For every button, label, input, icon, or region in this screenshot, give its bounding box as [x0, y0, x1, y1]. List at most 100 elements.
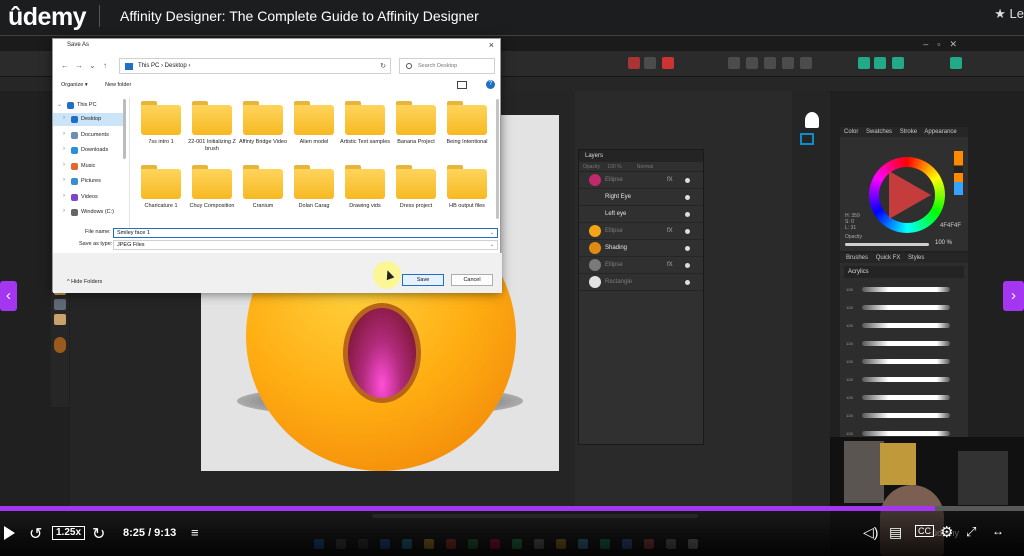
forward-icon[interactable]: ↻: [92, 524, 105, 544]
transcript-icon[interactable]: ▤: [889, 524, 902, 541]
brush-item[interactable]: 128: [840, 371, 968, 389]
udemy-logo[interactable]: ûdemy: [8, 3, 87, 32]
visibility-icon[interactable]: [685, 280, 690, 285]
tab-quick-fx[interactable]: Quick FX: [876, 255, 901, 261]
recent-swatches[interactable]: [954, 151, 963, 195]
layer-row[interactable]: Right Eye: [579, 189, 703, 206]
layer-row[interactable]: Ellipse fX: [579, 223, 703, 240]
folder-item[interactable]: 7ss intro 1: [133, 97, 183, 159]
up-icon[interactable]: ↑: [103, 61, 107, 70]
play-icon[interactable]: [4, 526, 15, 540]
address-bar[interactable]: This PC › Desktop › ↻: [119, 58, 391, 74]
brush-item[interactable]: 128: [840, 353, 968, 371]
folder-item[interactable]: Banana Project: [388, 97, 438, 159]
nav-item-downloads[interactable]: › Downloads: [53, 144, 125, 157]
opacity-value[interactable]: 100 %: [607, 164, 621, 170]
chevron-down-icon[interactable]: ⌄: [89, 61, 96, 70]
view-icon[interactable]: [457, 81, 467, 89]
rewind-icon[interactable]: ↺: [29, 524, 42, 544]
folder-item[interactable]: Charicature 1: [133, 161, 183, 223]
layer-row[interactable]: Ellipse fX: [579, 172, 703, 189]
close-icon[interactable]: ×: [489, 40, 494, 50]
tab-color[interactable]: Color: [844, 129, 858, 135]
tab-stroke[interactable]: Stroke: [900, 129, 917, 135]
volume-icon[interactable]: ◁): [863, 524, 878, 541]
layer-row[interactable]: Rectangle: [579, 274, 703, 291]
folder-item[interactable]: Dress project: [388, 161, 438, 223]
visibility-icon[interactable]: [685, 229, 690, 234]
folder-item[interactable]: Artistic Text samples: [337, 97, 390, 159]
folder-item[interactable]: Cranium: [235, 161, 285, 223]
folder-item[interactable]: 22-001 Initializing Z brush: [184, 97, 236, 159]
file-name-input[interactable]: Smiley face 1 ⌄: [113, 228, 498, 238]
layer-fx-icon[interactable]: fX: [667, 228, 673, 234]
nav-scrollbar[interactable]: [123, 99, 126, 159]
refresh-icon[interactable]: ↻: [380, 62, 386, 70]
notes-icon[interactable]: ≡: [191, 525, 199, 540]
folder-item[interactable]: Being Intentional: [439, 97, 489, 159]
brush-item[interactable]: 128: [840, 389, 968, 407]
files-scrollbar[interactable]: [496, 99, 499, 219]
folder-item[interactable]: Dolan Carag: [286, 161, 336, 223]
brush-category-select[interactable]: Acrylics: [844, 266, 964, 278]
chevron-icon[interactable]: ›: [63, 162, 65, 168]
nav-item-windows-c[interactable]: › Windows (C:): [53, 206, 125, 219]
folder-item[interactable]: Chuy Composition: [184, 161, 234, 223]
nav-item-pictures[interactable]: › Pictures: [53, 175, 125, 188]
folder-item[interactable]: Drawing vids: [337, 161, 387, 223]
brush-item[interactable]: 128: [840, 335, 968, 353]
cancel-button[interactable]: Cancel: [451, 274, 493, 286]
forward-icon[interactable]: →: [75, 61, 83, 70]
visibility-icon[interactable]: [685, 212, 690, 217]
visibility-icon[interactable]: [685, 178, 690, 183]
brush-item[interactable]: 128: [840, 317, 968, 335]
next-lecture-button[interactable]: ›: [1003, 281, 1024, 311]
organize-button[interactable]: Organize ▾: [61, 82, 88, 88]
chevron-icon[interactable]: ›: [63, 177, 65, 183]
visibility-icon[interactable]: [685, 195, 690, 200]
folder-item[interactable]: HB output files: [439, 161, 489, 223]
nav-item-this-pc[interactable]: ⌄ This PC: [53, 99, 125, 112]
chevron-icon[interactable]: ›: [63, 193, 65, 199]
layer-fx-icon[interactable]: fX: [667, 177, 673, 183]
back-icon[interactable]: ←: [61, 61, 69, 70]
tab-appearance[interactable]: Appearance: [924, 129, 956, 135]
previous-lecture-button[interactable]: ‹: [0, 281, 17, 311]
brush-item[interactable]: 128: [840, 407, 968, 425]
expand-width-icon[interactable]: ↔: [992, 524, 1004, 538]
nav-item-music[interactable]: › Music: [53, 160, 125, 173]
chevron-icon[interactable]: ›: [63, 208, 65, 214]
hide-folders-button[interactable]: ^ Hide Folders: [67, 279, 102, 285]
playback-speed-button[interactable]: 1.25x: [52, 526, 86, 540]
chevron-icon[interactable]: ⌄: [57, 101, 62, 108]
chevron-down-icon[interactable]: ⌄: [490, 242, 494, 248]
folder-item[interactable]: Alien model: [286, 97, 336, 159]
layer-row[interactable]: Left eye: [579, 206, 703, 223]
tab-swatches[interactable]: Swatches: [866, 129, 892, 135]
tab-styles[interactable]: Styles: [908, 255, 924, 261]
chevron-icon[interactable]: ›: [63, 131, 65, 137]
nav-item-documents[interactable]: › Documents: [53, 129, 125, 142]
color-opacity-value[interactable]: 100 %: [935, 240, 952, 246]
blend-mode[interactable]: Normal: [637, 164, 653, 170]
color-triangle[interactable]: [889, 171, 931, 219]
visibility-icon[interactable]: [685, 246, 690, 251]
layer-row[interactable]: Shading: [579, 240, 703, 257]
tab-brushes[interactable]: Brushes: [846, 255, 868, 261]
folder-item[interactable]: Affinty Bridge Video: [235, 97, 287, 159]
save-button[interactable]: Save: [402, 274, 444, 286]
visibility-icon[interactable]: [685, 263, 690, 268]
rating-link[interactable]: ★ Le: [994, 6, 1024, 22]
chevron-down-icon[interactable]: ⌄: [490, 230, 494, 236]
save-type-select[interactable]: JPEG Files ⌄: [113, 240, 498, 250]
layer-row[interactable]: Ellipse fX: [579, 257, 703, 274]
help-icon[interactable]: ?: [486, 80, 495, 89]
brush-item[interactable]: 128: [840, 299, 968, 317]
layer-fx-icon[interactable]: fX: [667, 262, 673, 268]
brush-item[interactable]: 128: [840, 281, 968, 299]
nav-item-videos[interactable]: › Videos: [53, 191, 125, 204]
chevron-icon[interactable]: ›: [63, 146, 65, 152]
new-folder-button[interactable]: New folder: [105, 82, 131, 88]
nav-item-desktop[interactable]: › Desktop: [53, 113, 125, 126]
chevron-icon[interactable]: ›: [63, 115, 65, 121]
